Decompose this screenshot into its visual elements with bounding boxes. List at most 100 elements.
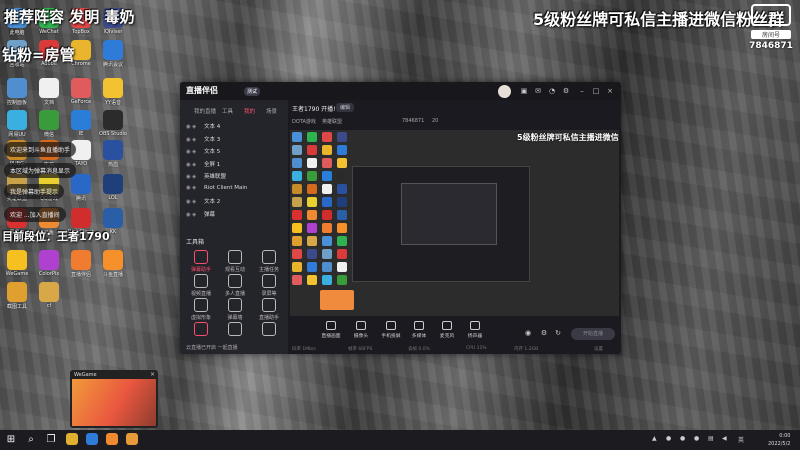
tab-tools[interactable]: 工具 [222,107,233,115]
microphone-icon [442,321,452,330]
app-icon [103,110,123,130]
ime-indicator[interactable]: 英 [738,435,744,444]
tool-button[interactable]: 直播助手 [252,298,286,321]
preview-overlay-text: 5级粉丝牌可私信主播进微信粉丝群 [517,133,619,142]
minimize-icon[interactable]: – [578,87,586,95]
settings-icon[interactable]: ⚙ [562,87,570,95]
lock-icon[interactable]: ◈ [192,199,198,205]
maximize-icon[interactable]: □ [592,87,600,95]
lock-icon[interactable]: ◈ [192,149,198,155]
source-item[interactable]: ◉◈ 文本 5 [186,147,220,159]
taskbar-app-icon[interactable] [106,433,118,445]
taskbar-clock[interactable]: 0:00 2022/5/2 [768,432,790,448]
tab-mine[interactable]: 我的 [244,107,255,115]
tray-icon[interactable]: ● [694,435,699,442]
refresh-icon[interactable]: ↻ [554,329,562,337]
gift-icon[interactable]: ▣ [520,87,528,95]
desktop-icon[interactable]: 截图工具 [0,282,34,310]
close-icon[interactable]: × [606,87,614,95]
media-button[interactable]: 多媒体 [406,321,432,339]
app-icon [39,282,59,302]
microphone-button[interactable]: 麦克风 [434,321,460,339]
desktop-icon[interactable]: YY语音 [96,78,130,106]
camera-button[interactable]: 摄像头 [348,321,374,339]
source-item[interactable]: ◉◈ Riot Client Main [186,185,247,197]
stream-preview[interactable]: 5级粉丝牌可私信主播进微信粉丝群 [290,130,619,316]
lock-icon[interactable]: ◈ [192,137,198,143]
desktop-icon[interactable]: 腾讯会议 [96,40,130,68]
source-item[interactable]: ◉◈ 全屏 1 [186,160,220,172]
volume-icon[interactable]: ◀ [722,435,727,442]
desktop-icon[interactable]: WeGame [0,250,34,277]
subcategory-tag[interactable]: 英雄联盟 [322,118,342,125]
desktop-icon[interactable]: 热血 [96,140,130,168]
taskbar-stream-icon[interactable] [126,433,138,445]
source-item[interactable]: ◉◈ 文本 2 [186,197,220,209]
windows-start-icon[interactable]: ⊞ [4,433,18,447]
tab-scene[interactable]: 场景 [266,107,277,115]
desktop-icon[interactable]: 斗鱼直播 [96,250,130,278]
lock-icon[interactable]: ◈ [192,185,198,191]
desktop-icon[interactable]: 文档 [32,78,66,106]
source-item[interactable]: ◉◈ 文本 3 [186,135,220,147]
clock-time: 0:00 [779,433,791,439]
gear-icon[interactable]: ⚙ [540,329,548,337]
lock-icon[interactable]: ◈ [192,124,198,130]
status-settings[interactable]: 设置 [594,346,603,352]
tool-button[interactable]: 多人直播 [218,274,252,297]
source-item[interactable]: ◉◈ 弹幕 [186,210,215,222]
search-icon[interactable]: ⌕ [24,433,38,447]
desktop-icon-label: 截图工具 [6,304,27,310]
close-icon[interactable]: × [150,371,155,378]
desktop-icon[interactable]: 腾讯 [64,174,98,202]
desktop-icon-label: 腾讯会议 [102,62,123,68]
lock-icon[interactable]: ◈ [192,174,198,180]
tray-icon[interactable]: ▲ [652,435,657,442]
screen-capture-button[interactable]: 直播画面 [318,321,344,339]
desktop-icon[interactable]: ColorPix [32,250,66,277]
desktop-icon[interactable]: 微信 [32,110,66,138]
desktop-icon[interactable]: 网易UU [0,110,34,138]
taskbar-chrome-icon[interactable] [66,433,78,445]
desktop-icon[interactable]: GeForce [64,78,98,105]
desktop-icon[interactable]: 直播伴侣 [64,250,98,278]
start-stream-button[interactable]: 开始直播 [571,328,615,340]
source-item[interactable]: ◉◈ 文本 4 [186,122,220,134]
taskbar-edge-icon[interactable] [86,433,98,445]
category-tag[interactable]: DOTA游戏 [292,118,316,125]
lock-icon[interactable]: ◈ [192,162,198,168]
tool-button[interactable] [218,322,252,338]
avatar[interactable] [498,85,511,98]
tool-button[interactable] [252,322,286,338]
source-item[interactable]: ◉◈ 英雄联盟 [186,172,226,184]
eye-icon[interactable]: ◉ [524,329,532,337]
tray-icon[interactable]: ● [680,435,685,442]
tool-button[interactable]: 弹幕墙 [218,298,252,321]
tray-icon[interactable]: ● [666,435,671,442]
bell-icon[interactable]: ◔ [548,87,556,95]
app-icon [103,250,123,270]
tool-button[interactable]: 视频直播 [184,274,218,297]
lock-icon[interactable]: ◈ [192,212,198,218]
network-icon[interactable]: ▤ [708,435,714,442]
wegame-notification[interactable]: WeGame × [70,370,158,428]
speaker-button[interactable]: 扬声器 [462,321,488,339]
tool-button[interactable]: 弹幕助手 [184,250,218,273]
phone-cast-button[interactable]: 手机投屏 [378,321,404,339]
tool-button[interactable]: 虚拟形象 [184,298,218,321]
desktop-icon[interactable]: LOL [96,174,130,201]
desktop-icon[interactable]: cf [32,282,66,309]
desktop-icon[interactable]: 控制面板 [0,78,34,106]
desktop-icon[interactable]: OBS Studio [96,110,130,137]
tool-button[interactable]: 录屏等 [252,274,286,297]
tool-button[interactable]: 主播任务 [252,250,286,273]
desktop-icon[interactable]: IE [64,110,98,137]
mail-icon[interactable]: ✉ [534,87,542,95]
edit-button[interactable]: 编辑 [336,103,355,112]
task-view-icon[interactable]: ❐ [44,433,58,447]
tab-my-live[interactable]: 我的直播 [194,107,216,115]
tool-button[interactable] [184,322,218,338]
preview-icon [337,145,347,155]
tool-button[interactable]: 观看互动 [218,250,252,273]
notification-banner[interactable] [72,379,156,426]
